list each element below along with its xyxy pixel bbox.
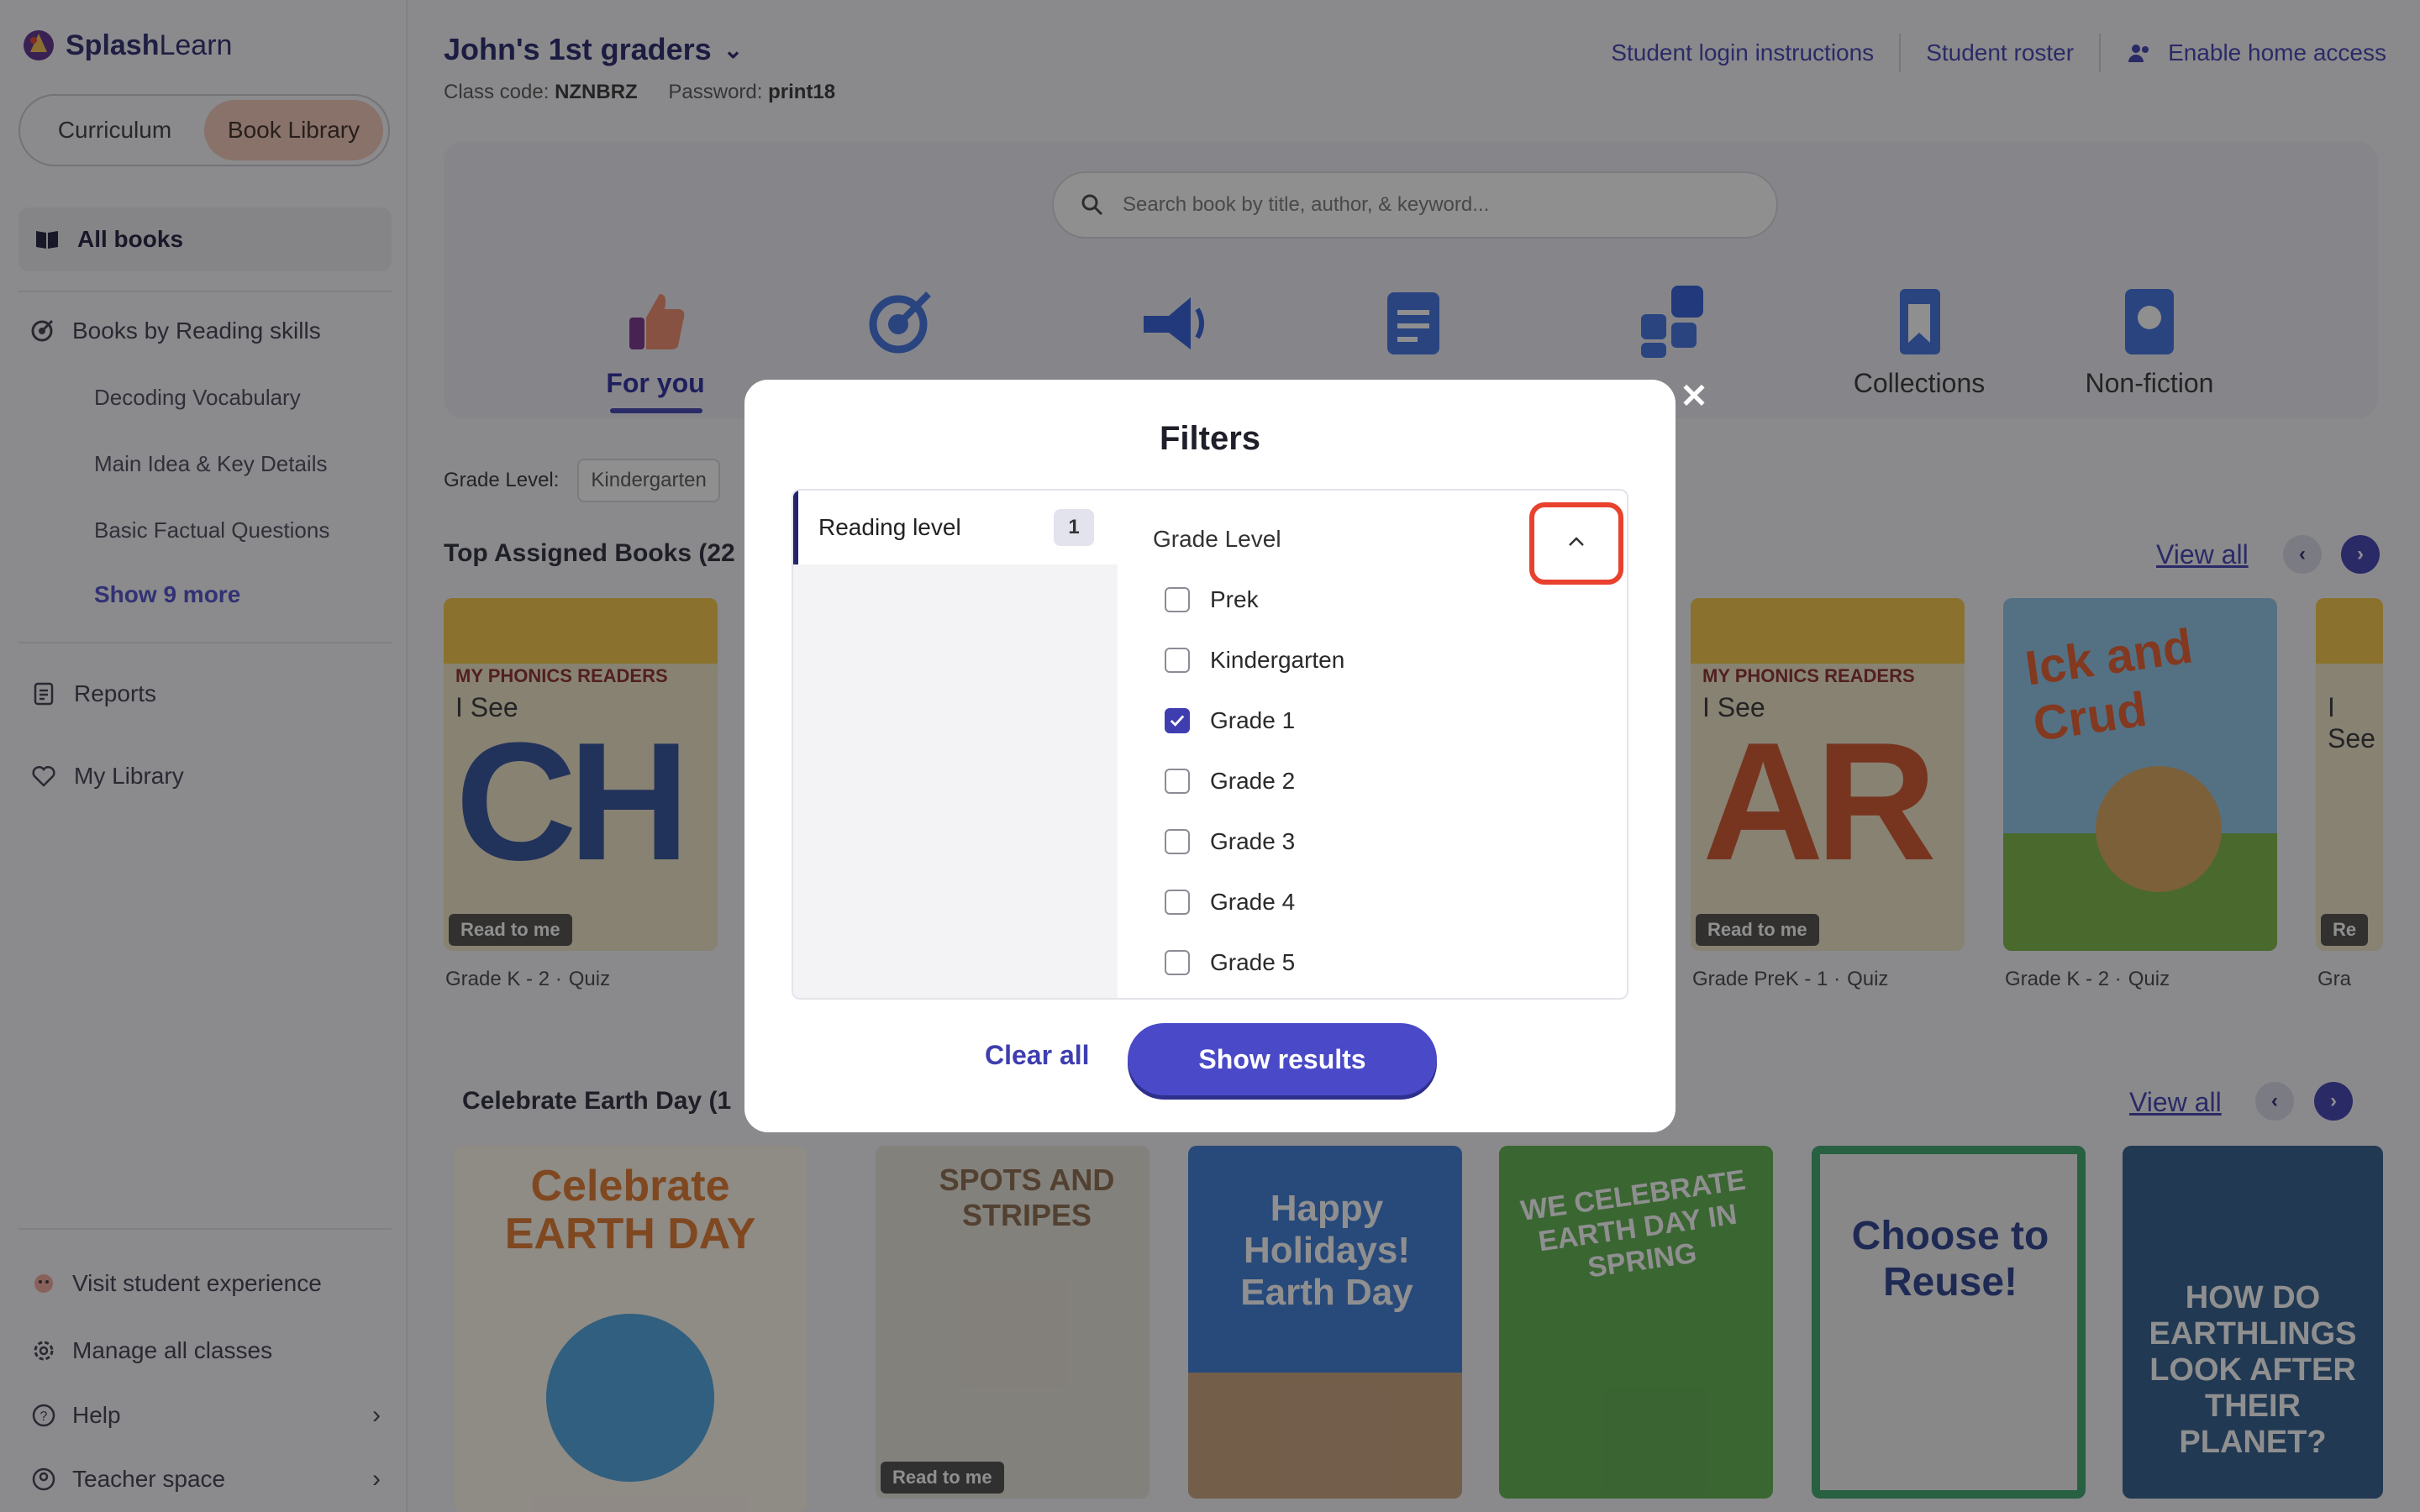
clear-all-button[interactable]: Clear all <box>985 1040 1090 1071</box>
modal-title: Filters <box>1159 420 1261 457</box>
grade-level-heading: Grade Level <box>1153 526 1281 552</box>
checkbox-checked[interactable] <box>1165 708 1190 733</box>
option-grade-1[interactable]: Grade 1 <box>1165 707 1295 734</box>
option-grade-4[interactable]: Grade 4 <box>1165 889 1295 916</box>
chevron-up-icon <box>1563 528 1590 559</box>
filters-modal: Filters Reading level 1 Grade Level Prek… <box>744 380 1676 1132</box>
checkbox[interactable] <box>1165 890 1190 915</box>
checkbox[interactable] <box>1165 587 1190 612</box>
filter-panel: Reading level 1 Grade Level Prek Kinderg… <box>792 489 1628 1000</box>
filter-categories <box>793 491 1118 998</box>
check-icon <box>1170 715 1185 727</box>
checkbox[interactable] <box>1165 648 1190 673</box>
option-kindergarten[interactable]: Kindergarten <box>1165 647 1344 674</box>
option-prek[interactable]: Prek <box>1165 586 1259 613</box>
checkbox[interactable] <box>1165 829 1190 854</box>
collapse-section-button[interactable] <box>1529 502 1623 585</box>
close-icon[interactable]: ✕ <box>1677 378 1711 415</box>
checkbox[interactable] <box>1165 950 1190 975</box>
option-grade-2[interactable]: Grade 2 <box>1165 768 1295 795</box>
checkbox[interactable] <box>1165 769 1190 794</box>
selected-count-badge: 1 <box>1054 509 1094 546</box>
option-grade-5[interactable]: Grade 5 <box>1165 949 1295 976</box>
filter-tab-reading-level[interactable]: Reading level 1 <box>793 491 1118 564</box>
option-grade-3[interactable]: Grade 3 <box>1165 828 1295 855</box>
show-results-button[interactable]: Show results <box>1128 1023 1437 1095</box>
